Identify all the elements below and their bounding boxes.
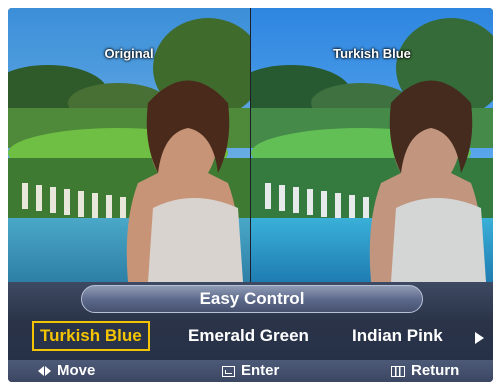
option-turkish-blue[interactable]: Turkish Blue — [32, 321, 150, 351]
move-label: Move — [57, 362, 96, 379]
return-icon — [391, 365, 405, 377]
return-hint: Return — [391, 360, 459, 382]
move-hint: Move — [38, 360, 95, 382]
option-indian-pink[interactable]: Indian Pink — [352, 322, 443, 350]
option-emerald-green[interactable]: Emerald Green — [188, 322, 309, 350]
enter-icon — [222, 365, 235, 377]
filtered-preview: Turkish Blue — [251, 8, 493, 282]
enter-hint: Enter — [222, 360, 279, 382]
enter-label: Enter — [241, 362, 280, 379]
picture-comparison: Original Turkish Blue — [8, 8, 493, 282]
original-label: Original — [104, 46, 154, 61]
original-preview: Original — [8, 8, 250, 282]
menu-title: Easy Control — [81, 285, 423, 313]
return-label: Return — [411, 362, 460, 379]
tv-screen: Original Turkish Blue Easy Control Turki… — [8, 8, 493, 382]
next-arrow-icon[interactable] — [475, 332, 484, 344]
easy-control-menu: Easy Control Turkish Blue Emerald Green … — [8, 282, 493, 382]
option-list: Turkish Blue Emerald Green Indian Pink — [8, 316, 493, 356]
left-right-arrows-icon — [38, 366, 51, 376]
filter-name-label: Turkish Blue — [333, 46, 411, 61]
hint-bar: Move Enter Return — [8, 360, 493, 382]
